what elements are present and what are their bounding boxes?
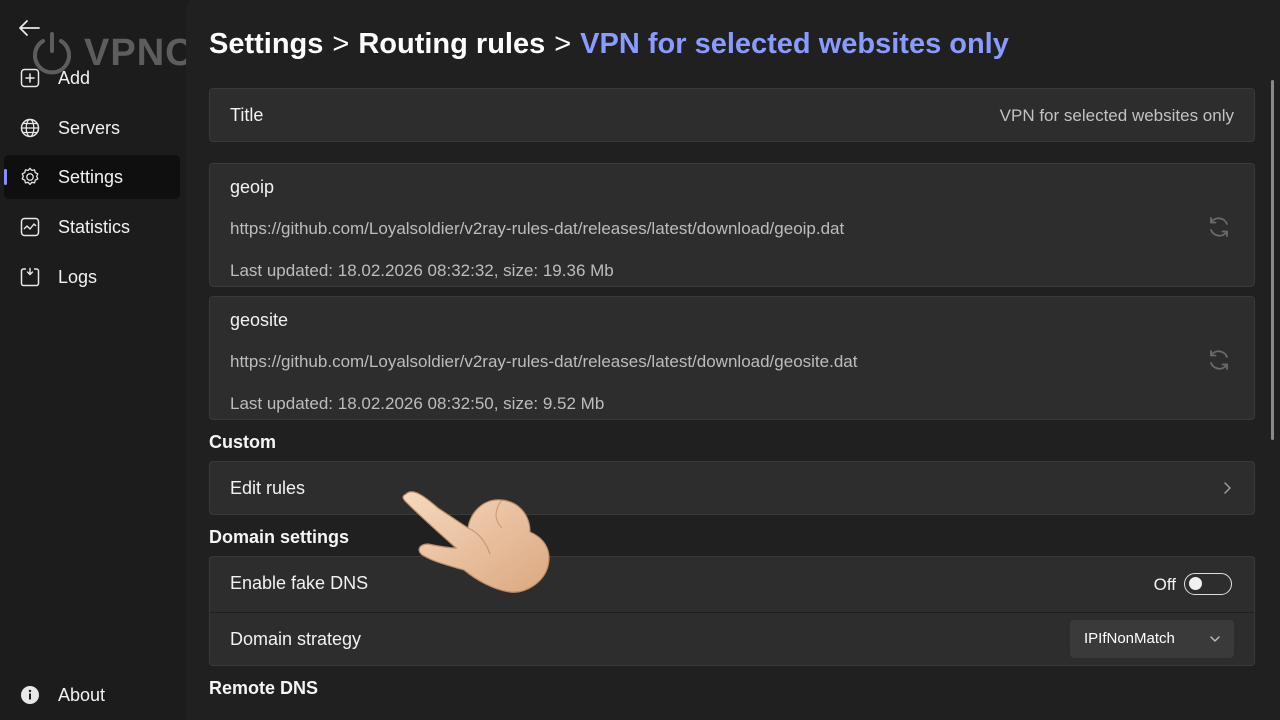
sidebar-item-label: About — [58, 684, 106, 705]
section-remote-dns: Remote DNS — [209, 678, 319, 698]
breadcrumb-current: VPN for selected websites only — [580, 28, 1009, 60]
sidebar-item-add[interactable]: Add — [4, 56, 180, 100]
chevron-down-icon — [1210, 636, 1220, 642]
geo-file-status: Last updated: 18.02.2026 08:32:32, size:… — [230, 261, 614, 280]
geoip-card: geoip https://github.com/Loyalsoldier/v2… — [209, 163, 1255, 287]
geo-file-url: https://github.com/Loyalsoldier/v2ray-ru… — [230, 352, 858, 371]
chevron-right-icon — [1224, 482, 1231, 494]
info-icon — [18, 683, 42, 707]
geo-file-status: Last updated: 18.02.2026 08:32:50, size:… — [230, 394, 605, 413]
sidebar-item-logs[interactable]: Logs — [4, 255, 180, 299]
domain-settings-card: Enable fake DNS Off Domain strategy IPIf… — [209, 556, 1255, 666]
back-button[interactable] — [14, 14, 44, 42]
edit-rules-row[interactable]: Edit rules — [209, 461, 1255, 515]
breadcrumb: Settings > Routing rules > VPN for selected … — [209, 28, 1009, 61]
refresh-icon — [1210, 350, 1228, 370]
sidebar-item-servers[interactable]: Servers — [4, 106, 180, 150]
title-label: Title — [230, 105, 264, 125]
chart-icon — [18, 215, 42, 239]
add-icon — [18, 66, 42, 90]
sidebar-item-label: Settings — [58, 166, 124, 187]
refresh-geosite-button[interactable] — [1206, 347, 1232, 373]
refresh-geoip-button[interactable] — [1206, 214, 1232, 240]
domain-strategy-select[interactable]: IPIfNonMatch — [1070, 620, 1234, 658]
geo-file-name: geoip — [230, 177, 275, 197]
section-custom: Custom — [209, 432, 276, 452]
breadcrumb-settings[interactable]: Settings — [209, 28, 323, 60]
sidebar-item-statistics[interactable]: Statistics — [4, 205, 180, 249]
globe-icon — [18, 116, 42, 140]
toggle-knob — [1189, 577, 1202, 590]
geo-file-url: https://github.com/Loyalsoldier/v2ray-ru… — [230, 219, 845, 238]
refresh-icon — [1210, 217, 1228, 237]
fake-dns-state: Off — [1153, 575, 1176, 594]
domain-strategy-value: IPIfNonMatch — [1084, 630, 1175, 647]
sidebar-item-settings[interactable]: Settings — [4, 155, 180, 199]
row-divider — [210, 612, 1254, 613]
sidebar: VPNON Add Servers Settings Statistics Lo… — [0, 0, 223, 720]
scrollbar[interactable] — [1271, 80, 1274, 440]
section-domain-settings: Domain settings — [209, 527, 350, 547]
back-arrow-icon — [19, 20, 40, 36]
geosite-card: geosite https://github.com/Loyalsoldier/… — [209, 296, 1255, 420]
sidebar-item-label: Logs — [58, 266, 98, 287]
sidebar-item-about[interactable]: About — [4, 673, 180, 717]
sidebar-item-label: Add — [58, 67, 91, 88]
geo-file-name: geosite — [230, 310, 289, 330]
breadcrumb-separator: > — [332, 28, 350, 60]
sidebar-item-label: Servers — [58, 117, 121, 138]
edit-rules-label: Edit rules — [230, 478, 306, 498]
breadcrumb-routing-rules[interactable]: Routing rules — [358, 28, 545, 60]
gear-icon — [18, 165, 42, 189]
fake-dns-toggle[interactable] — [1184, 573, 1232, 595]
domain-strategy-label: Domain strategy — [230, 629, 362, 649]
breadcrumb-separator: > — [554, 28, 572, 60]
fake-dns-label: Enable fake DNS — [230, 573, 369, 593]
sidebar-item-label: Statistics — [58, 216, 131, 237]
title-value[interactable]: VPN for selected websites only — [1000, 106, 1234, 126]
logs-icon — [18, 265, 42, 289]
title-row[interactable]: Title VPN for selected websites only — [209, 88, 1255, 142]
